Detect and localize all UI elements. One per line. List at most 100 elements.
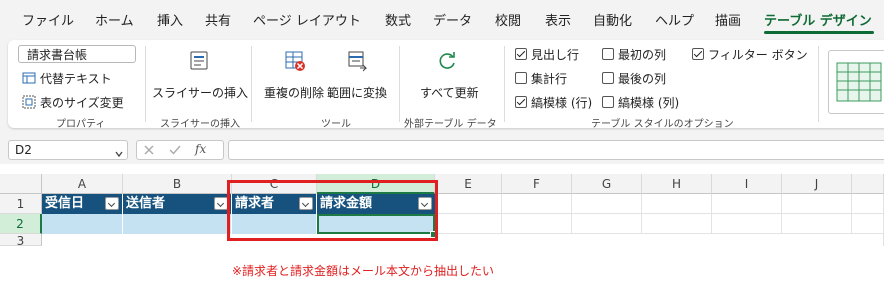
- resize-table-button[interactable]: 表のサイズ変更: [40, 94, 124, 111]
- table-header-label: 送信者: [126, 196, 166, 211]
- remove-duplicates-button[interactable]: 重複の削除: [264, 84, 324, 101]
- banded-rows-label: 縞模様 (行): [531, 96, 593, 110]
- cancel-icon[interactable]: [143, 144, 155, 159]
- banded-rows-checkbox[interactable]: [515, 96, 527, 108]
- ribbon-tab-bar: ファイル ホーム 挿入 共有 ページ レイアウト 数式 データ 校閲 表示 自動…: [0, 0, 884, 36]
- remove-duplicates-icon: [284, 50, 306, 76]
- column-header-a[interactable]: A: [42, 174, 123, 194]
- refresh-icon: [436, 50, 458, 76]
- column-header-g[interactable]: G: [572, 174, 642, 194]
- style-options-group-label: テーブル スタイルのオプション: [591, 119, 734, 130]
- row-3-cells[interactable]: [42, 234, 884, 246]
- tab-page-layout[interactable]: ページ レイアウト: [253, 10, 361, 29]
- row-header-1[interactable]: 1: [0, 194, 42, 214]
- annotation-note: ※請求者と請求金額はメール本文から抽出したい: [232, 264, 495, 278]
- formula-bar: D2 fx: [0, 134, 884, 164]
- cell[interactable]: [502, 194, 572, 214]
- highlight-box: [227, 180, 438, 241]
- cell[interactable]: [852, 214, 884, 234]
- banded-columns-label: 縞模様 (列): [618, 96, 680, 110]
- table-style-gallery[interactable]: [828, 50, 884, 114]
- cell[interactable]: [642, 194, 712, 214]
- insert-function-button[interactable]: fx: [195, 142, 206, 156]
- column-header-b[interactable]: B: [123, 174, 232, 194]
- column-header-i[interactable]: I: [712, 174, 782, 194]
- tools-group-label: ツール: [321, 119, 351, 130]
- cell[interactable]: [572, 194, 642, 214]
- table-name-input[interactable]: 請求書台帳: [18, 45, 136, 63]
- table-data-cell[interactable]: [123, 214, 232, 234]
- convert-to-range-button[interactable]: 範囲に変換: [327, 84, 387, 101]
- header-row-label: 見出し行: [531, 48, 580, 62]
- column-header-k[interactable]: [852, 174, 884, 194]
- properties-group-label: プロパティ: [56, 119, 106, 130]
- table-data-cell[interactable]: [42, 214, 123, 234]
- tab-help[interactable]: ヘルプ: [655, 10, 694, 29]
- filter-dropdown-icon[interactable]: [105, 197, 119, 210]
- select-all-corner[interactable]: [0, 174, 42, 194]
- worksheet-grid[interactable]: A B C D E F G H I J 1 2 3 受信日 送信者 請求者 請求…: [0, 164, 884, 306]
- slicer-icon: [188, 50, 210, 76]
- tab-automate[interactable]: 自動化: [593, 10, 632, 29]
- convert-to-range-icon: [346, 50, 368, 76]
- group-separator: [504, 46, 505, 122]
- column-header-h[interactable]: H: [642, 174, 712, 194]
- active-tab-indicator: [764, 31, 874, 34]
- ribbon-panel: 請求書台帳 代替テキスト 表のサイズ変更 プロパティ スライサーの挿入 スライサ…: [8, 40, 884, 130]
- cell[interactable]: [435, 214, 502, 234]
- column-header-f[interactable]: F: [502, 174, 572, 194]
- tab-home[interactable]: ホーム: [95, 10, 134, 29]
- cell[interactable]: [712, 214, 782, 234]
- group-separator: [251, 46, 252, 122]
- filter-button-label: フィルター ボタン: [708, 48, 808, 62]
- cell[interactable]: [782, 214, 852, 234]
- row-header-3[interactable]: 3: [0, 234, 42, 246]
- row-header-2[interactable]: 2: [0, 214, 42, 234]
- formula-input[interactable]: [228, 140, 884, 160]
- cell[interactable]: [782, 194, 852, 214]
- cell[interactable]: [502, 214, 572, 234]
- group-separator: [399, 46, 400, 122]
- tab-data[interactable]: データ: [433, 10, 472, 29]
- cell[interactable]: [712, 194, 782, 214]
- group-separator: [145, 46, 146, 122]
- name-box[interactable]: D2: [8, 140, 128, 160]
- enter-check-icon[interactable]: [169, 144, 181, 159]
- tab-insert[interactable]: 挿入: [157, 10, 183, 29]
- external-data-group-label: 外部テーブル データ: [404, 119, 497, 130]
- column-header-j[interactable]: J: [782, 174, 852, 194]
- first-column-checkbox[interactable]: [602, 48, 614, 60]
- first-column-label: 最初の列: [618, 48, 667, 62]
- filter-button-checkbox[interactable]: [692, 48, 704, 60]
- formula-controls: fx: [136, 140, 224, 160]
- tab-draw[interactable]: 描画: [715, 10, 741, 29]
- cell[interactable]: [572, 214, 642, 234]
- table-style-thumbnail-icon: [836, 62, 882, 102]
- cell[interactable]: [435, 194, 502, 214]
- tab-formulas[interactable]: 数式: [385, 10, 411, 29]
- resize-table-icon: [22, 94, 36, 113]
- tab-table-design[interactable]: テーブル デザイン: [764, 10, 872, 29]
- table-header-label: 受信日: [45, 196, 85, 211]
- name-box-dropdown-icon[interactable]: [114, 144, 124, 163]
- tab-view[interactable]: 表示: [545, 10, 571, 29]
- slicer-group-label: スライサーの挿入: [160, 119, 240, 130]
- tab-file[interactable]: ファイル: [22, 10, 74, 29]
- tab-review[interactable]: 校閲: [495, 10, 521, 29]
- table-header-cell[interactable]: 受信日: [42, 194, 123, 214]
- insert-slicer-button[interactable]: スライサーの挿入: [152, 84, 248, 101]
- total-row-checkbox[interactable]: [515, 72, 527, 84]
- cell[interactable]: [642, 214, 712, 234]
- alt-text-button[interactable]: 代替テキスト: [40, 70, 112, 87]
- header-row-checkbox[interactable]: [515, 48, 527, 60]
- table-header-cell[interactable]: 送信者: [123, 194, 232, 214]
- filter-dropdown-icon[interactable]: [214, 197, 228, 210]
- alt-text-icon: [22, 70, 36, 89]
- column-header-e[interactable]: E: [435, 174, 502, 194]
- last-column-label: 最後の列: [618, 72, 667, 86]
- cell[interactable]: [852, 194, 884, 214]
- tab-share[interactable]: 共有: [205, 10, 231, 29]
- banded-columns-checkbox[interactable]: [602, 96, 614, 108]
- last-column-checkbox[interactable]: [602, 72, 614, 84]
- refresh-all-button[interactable]: すべて更新: [420, 84, 479, 101]
